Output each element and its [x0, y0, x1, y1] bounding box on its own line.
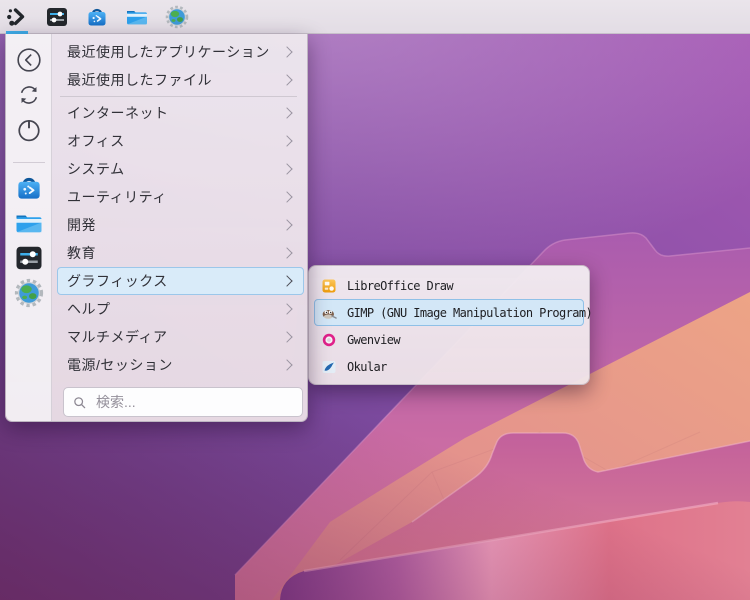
chevron-right-icon	[281, 303, 293, 315]
menu-item-label: 最近使用したファイル	[67, 72, 212, 88]
chevron-right-icon	[281, 219, 293, 231]
menu-item-power-session[interactable]: 電源/セッション	[57, 351, 304, 379]
menu-item-label: マルチメディア	[67, 329, 168, 345]
submenu-item-label: Okular	[347, 359, 387, 374]
launcher-button[interactable]	[4, 4, 30, 34]
chevron-right-icon	[281, 74, 293, 86]
menu-item-office[interactable]: オフィス	[57, 127, 304, 155]
menu-item-label: 開発	[67, 217, 96, 233]
search-icon	[72, 395, 87, 410]
chevron-right-icon	[281, 359, 293, 371]
menu-item-label: インターネット	[67, 105, 169, 121]
search-input[interactable]	[94, 393, 294, 411]
globe-gear-icon	[14, 278, 44, 308]
okular-icon	[321, 359, 337, 375]
menu-item-label: グラフィックス	[67, 273, 168, 289]
menu-item-label: ヘルプ	[67, 301, 111, 317]
discover-button[interactable]	[84, 4, 110, 30]
menu-item-label: 電源/セッション	[67, 357, 173, 373]
search-box[interactable]	[63, 387, 303, 417]
menu-item-label: ユーティリティ	[67, 189, 167, 205]
dolphin-button[interactable]	[124, 4, 150, 30]
settings-sliders-icon	[14, 243, 44, 273]
system-globe-button[interactable]	[164, 4, 190, 30]
submenu-item-gimp[interactable]: GIMP (GNU Image Manipulation Program)	[314, 299, 593, 326]
menu-item-recent-files[interactable]: 最近使用したファイル	[57, 66, 304, 94]
gimp-wilber-icon	[321, 305, 337, 321]
chevron-right-icon	[281, 135, 293, 147]
chevron-right-icon	[281, 247, 293, 259]
launcher-sidebar	[6, 34, 52, 421]
menu-item-multimedia[interactable]: マルチメディア	[57, 323, 304, 351]
system-globe-shortcut[interactable]	[13, 277, 45, 309]
menu-item-system[interactable]: システム	[57, 155, 304, 183]
menu-item-utilities[interactable]: ユーティリティ	[57, 183, 304, 211]
chevron-right-icon	[281, 46, 293, 58]
menu-item-label: オフィス	[67, 133, 125, 149]
refresh-button[interactable]	[13, 79, 45, 111]
menu-item-development[interactable]: 開発	[57, 211, 304, 239]
globe-gear-icon	[165, 5, 189, 29]
chevron-right-icon	[281, 331, 293, 343]
menu-item-label: システム	[67, 161, 125, 177]
application-launcher-menu: 最近使用したアプリケーション 最近使用したファイル インターネット オフィス シ…	[5, 34, 308, 422]
menu-item-label: 教育	[67, 245, 96, 261]
chevron-right-icon	[281, 107, 293, 119]
chevron-right-icon	[281, 191, 293, 203]
refresh-icon	[16, 82, 42, 108]
systemsettings-shortcut[interactable]	[13, 242, 45, 274]
menu-item-list: 最近使用したアプリケーション 最近使用したファイル インターネット オフィス シ…	[52, 34, 307, 421]
menu-item-education[interactable]: 教育	[57, 239, 304, 267]
menu-separator	[60, 96, 297, 97]
settings-sliders-icon	[45, 5, 69, 29]
submenu-item-label: GIMP (GNU Image Manipulation Program)	[347, 305, 593, 320]
application-launcher-icon	[5, 5, 29, 29]
submenu-item-okular[interactable]: Okular	[314, 353, 584, 380]
menu-item-label: 最近使用したアプリケーション	[67, 44, 270, 60]
power-button[interactable]	[13, 114, 45, 146]
back-button[interactable]	[13, 44, 45, 76]
chevron-right-icon	[281, 163, 293, 175]
sidebar-separator	[12, 162, 45, 163]
file-manager-shortcut[interactable]	[13, 207, 45, 239]
discover-shortcut[interactable]	[13, 172, 45, 204]
chevron-right-icon	[281, 275, 293, 287]
back-arrow-icon	[16, 47, 42, 73]
systemsettings-button[interactable]	[44, 4, 70, 30]
menu-item-help[interactable]: ヘルプ	[57, 295, 304, 323]
submenu-item-libreoffice-draw[interactable]: LibreOffice Draw	[314, 272, 584, 299]
submenu-item-gwenview[interactable]: Gwenview	[314, 326, 584, 353]
menu-item-recent-applications[interactable]: 最近使用したアプリケーション	[57, 38, 304, 66]
submenu-item-label: Gwenview	[347, 332, 401, 347]
discover-bag-icon	[85, 5, 109, 29]
folder-icon	[14, 208, 44, 238]
top-panel	[0, 0, 750, 34]
folder-icon	[125, 5, 149, 29]
desktop: 最近使用したアプリケーション 最近使用したファイル インターネット オフィス シ…	[0, 0, 750, 600]
submenu-item-label: LibreOffice Draw	[347, 278, 454, 293]
power-icon	[16, 117, 42, 143]
gwenview-icon	[321, 332, 337, 348]
libreoffice-draw-icon	[321, 278, 337, 294]
discover-bag-icon	[14, 173, 44, 203]
menu-item-internet[interactable]: インターネット	[57, 99, 304, 127]
graphics-submenu: LibreOffice Draw GIMP (GNU Image Manipul…	[308, 265, 593, 385]
menu-item-graphics[interactable]: グラフィックス	[57, 267, 304, 295]
